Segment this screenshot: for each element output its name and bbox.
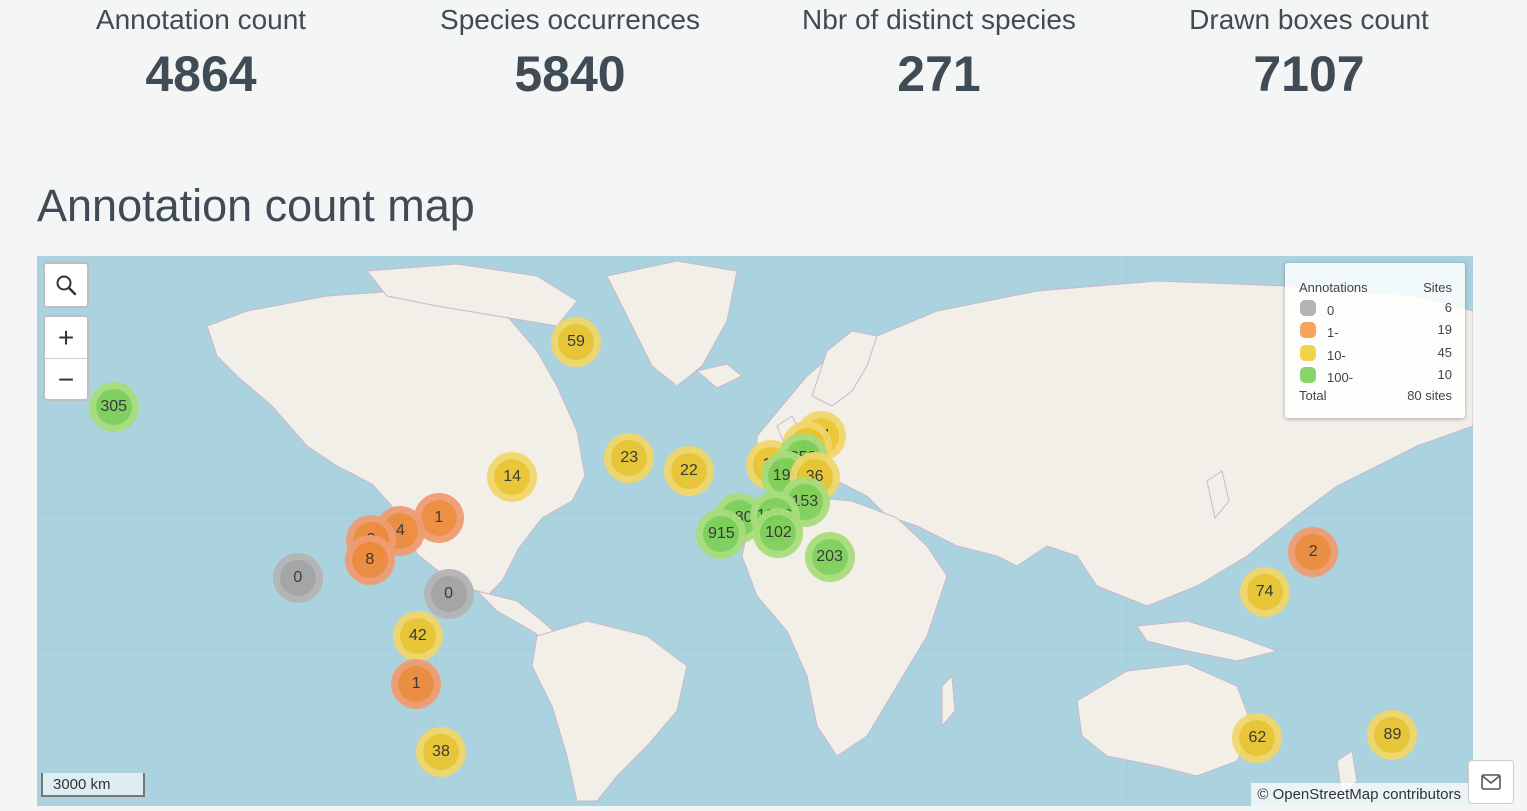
stat-label: Nbr of distinct species	[802, 4, 1076, 35]
legend-row: 100- 10	[1285, 367, 1465, 389]
map-cluster-count: 14	[494, 458, 531, 495]
map-cluster-count: 42	[399, 617, 436, 654]
mail-icon	[1481, 774, 1501, 790]
legend-row: 0 6	[1285, 300, 1465, 322]
map-cluster-marker[interactable]: 89	[1367, 709, 1418, 760]
legend-row-label: 0	[1327, 303, 1335, 318]
map-cluster-count: 62	[1239, 720, 1276, 757]
legend-row-sites: 45	[1437, 345, 1452, 360]
zoom-out-button[interactable]: −	[45, 359, 87, 400]
legend-row-label: 1-	[1327, 325, 1339, 340]
legend-swatch	[1300, 367, 1316, 383]
feedback-mail-button[interactable]	[1468, 760, 1514, 804]
zoom-in-button[interactable]: +	[45, 317, 87, 359]
legend-row-sites: 6	[1444, 300, 1452, 315]
map-cluster-count: 8	[351, 541, 388, 578]
map-cluster-count: 305	[95, 388, 132, 425]
legend-row: 1- 19	[1285, 322, 1465, 344]
map-cluster-count: 915	[703, 515, 740, 552]
map-section-title: Annotation count map	[37, 180, 475, 231]
map-cluster-count: 74	[1246, 574, 1283, 610]
map-cluster-marker[interactable]: 102	[753, 507, 804, 558]
map-scale-bar: 3000 km	[41, 773, 145, 797]
legend-header-sites: Sites	[1423, 280, 1452, 295]
map-legend: Annotations Sites 0 6 1- 19 10- 45 100- …	[1285, 263, 1465, 418]
stat-annotation-count: Annotation count 4864	[11, 0, 391, 104]
map-cluster-marker[interactable]: 305	[88, 381, 139, 432]
map-cluster-marker[interactable]: 915	[696, 508, 747, 559]
map-search-button[interactable]	[43, 262, 89, 308]
map-cluster-marker[interactable]: 74	[1239, 567, 1290, 617]
legend-header-annotations: Annotations	[1299, 280, 1368, 295]
map-cluster-count: 22	[670, 452, 707, 489]
map-cluster-count: 1	[420, 500, 457, 537]
legend-total-label: Total	[1299, 388, 1327, 403]
legend-row-sites: 10	[1437, 367, 1452, 382]
stat-value: 5840	[514, 46, 626, 102]
map-cluster-count: 23	[611, 440, 648, 477]
map-cluster-count: 102	[760, 514, 797, 551]
map-cluster-count: 38	[422, 734, 459, 771]
legend-row-label: 100-	[1327, 370, 1354, 385]
search-icon	[56, 275, 77, 296]
stat-value: 271	[897, 46, 981, 102]
map-cluster-count: 0	[430, 576, 467, 613]
map-cluster-marker[interactable]: 1	[391, 659, 442, 710]
map-cluster-marker[interactable]: 2	[1288, 526, 1339, 577]
stat-label: Species occurrences	[440, 4, 700, 35]
map-attribution[interactable]: © OpenStreetMap contributors	[1251, 783, 1473, 806]
map-cluster-marker[interactable]: 8	[344, 534, 395, 585]
stat-label: Annotation count	[95, 4, 307, 35]
map-cluster-marker[interactable]: 0	[272, 553, 323, 604]
map-cluster-count: 1	[398, 666, 435, 703]
legend-swatch	[1300, 322, 1316, 338]
legend-total-value: 80 sites	[1407, 388, 1452, 403]
map-cluster-count: 59	[558, 324, 595, 361]
map-cluster-count: 2	[1295, 533, 1332, 570]
legend-swatch	[1300, 345, 1316, 361]
stats-row: Annotation count 4864 Species occurrence…	[0, 0, 1527, 110]
map-cluster-marker[interactable]: 42	[392, 610, 443, 661]
map-cluster-marker[interactable]: 14	[487, 451, 538, 502]
stat-label: Drawn boxes count	[1189, 4, 1429, 35]
map-cluster-marker[interactable]: 203	[804, 532, 855, 583]
map-cluster-count: 0	[279, 560, 316, 597]
legend-row-label: 10-	[1327, 348, 1346, 363]
legend-row: 10- 45	[1285, 345, 1465, 367]
legend-row-sites: 19	[1437, 322, 1452, 337]
map-cluster-marker[interactable]: 22	[663, 445, 714, 496]
zoom-control: + −	[43, 315, 89, 401]
legend-swatch	[1300, 300, 1316, 316]
stat-species-occurrences: Species occurrences 5840	[380, 0, 760, 104]
stat-distinct-species: Nbr of distinct species 271	[749, 0, 1129, 104]
map-cluster-count: 89	[1374, 716, 1411, 753]
map-cluster-marker[interactable]: 38	[415, 727, 466, 778]
map-cluster-count: 203	[811, 539, 848, 576]
stat-drawn-boxes: Drawn boxes count 7107	[1119, 0, 1499, 104]
annotation-map[interactable]: 3055914232216944935219936153180181991510…	[37, 256, 1473, 806]
stat-value: 7107	[1253, 46, 1365, 102]
stat-value: 4864	[145, 46, 257, 102]
map-cluster-marker[interactable]: 0	[423, 569, 474, 620]
